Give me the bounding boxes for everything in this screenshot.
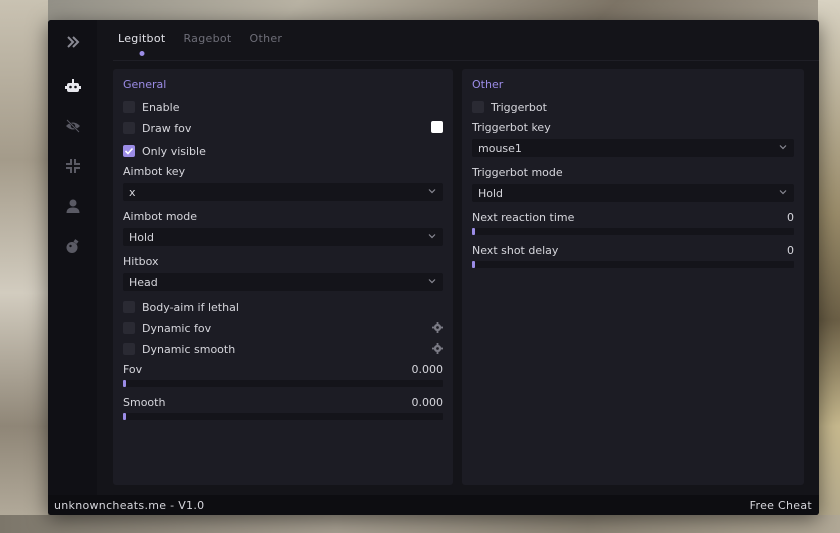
next-shot-delay-value: 0 (787, 244, 794, 257)
tab-ragebot[interactable]: Ragebot (183, 32, 231, 62)
next-reaction-time-slider-fill (472, 228, 475, 235)
smooth-value: 0.000 (411, 396, 444, 409)
hitbox-select[interactable]: Head (123, 273, 443, 291)
triggerbot-mode-label: Triggerbot mode (472, 166, 563, 179)
only-visible-checkbox-row[interactable]: Only visible (123, 144, 206, 158)
aimbot-mode-label: Aimbot mode (123, 210, 198, 223)
fov-value: 0.000 (411, 363, 444, 376)
triggerbot-mode-value: Hold (478, 186, 504, 200)
gear-icon[interactable] (432, 322, 443, 333)
smooth-label: Smooth (123, 396, 166, 409)
draw-fov-checkbox[interactable] (123, 122, 135, 134)
chevron-down-icon (428, 189, 436, 194)
background-bottom (0, 515, 840, 533)
enable-checkbox-row[interactable]: Enable (123, 100, 179, 114)
body-aim-checkbox-row[interactable]: Body-aim if lethal (123, 300, 239, 314)
tab-bar: Legitbot Ragebot Other (118, 32, 300, 62)
footer-version: unknowncheats.me - V1.0 (54, 498, 205, 512)
triggerbot-label: Triggerbot (491, 100, 547, 114)
tab-label: Legitbot (118, 32, 166, 45)
tab-label: Other (249, 32, 283, 45)
aimbot-mode-select[interactable]: Hold (123, 228, 443, 246)
smooth-slider-fill (123, 413, 126, 420)
dynamic-fov-checkbox-row[interactable]: Dynamic fov (123, 321, 211, 335)
background-left (0, 0, 48, 533)
general-panel: General Enable Draw fov Only visible Aim… (113, 69, 453, 485)
cheat-menu-window: Legitbot Ragebot Other General Enable Dr… (48, 20, 819, 515)
dynamic-smooth-label: Dynamic smooth (142, 342, 236, 356)
other-panel: Other Triggerbot Triggerbot key mouse1 T… (462, 69, 804, 485)
chevron-down-icon (779, 190, 787, 195)
dynamic-fov-checkbox[interactable] (123, 322, 135, 334)
panel-title: General (123, 78, 167, 91)
active-tab-indicator (139, 51, 145, 56)
aimbot-key-label: Aimbot key (123, 165, 186, 178)
body-aim-label: Body-aim if lethal (142, 300, 239, 314)
footer-bar: unknowncheats.me - V1.0 Free Cheat (48, 495, 819, 515)
fov-label: Fov (123, 363, 143, 376)
next-reaction-time-slider[interactable] (472, 228, 794, 235)
hitbox-value: Head (129, 275, 158, 289)
next-shot-delay-slider-fill (472, 261, 475, 268)
sidebar (48, 20, 97, 495)
tab-label: Ragebot (183, 32, 232, 45)
triggerbot-key-value: mouse1 (478, 141, 522, 155)
triggerbot-checkbox-row[interactable]: Triggerbot (472, 100, 547, 114)
aimbot-key-value: x (129, 185, 136, 199)
next-shot-delay-slider[interactable] (472, 261, 794, 268)
panel-title: Other (472, 78, 504, 91)
chevron-down-icon (428, 279, 436, 284)
fov-slider[interactable] (123, 380, 443, 387)
checkmark-icon (124, 147, 134, 155)
footer-tag: Free Cheat (749, 498, 812, 512)
dynamic-smooth-checkbox[interactable] (123, 343, 135, 355)
tab-divider (113, 60, 819, 61)
triggerbot-key-select[interactable]: mouse1 (472, 139, 794, 157)
chevron-down-icon (779, 145, 787, 150)
eye-off-icon[interactable] (63, 116, 83, 136)
fov-color-swatch[interactable] (431, 121, 443, 133)
next-reaction-time-value: 0 (787, 211, 794, 224)
grenade-icon[interactable] (63, 236, 83, 256)
gear-icon[interactable] (432, 343, 443, 354)
chevron-down-icon (428, 234, 436, 239)
enable-checkbox[interactable] (123, 101, 135, 113)
robot-icon[interactable] (63, 76, 83, 96)
fov-slider-fill (123, 380, 126, 387)
compress-icon[interactable] (63, 156, 83, 176)
tab-other[interactable]: Other (250, 32, 283, 62)
next-shot-delay-label: Next shot delay (472, 244, 559, 257)
draw-fov-label: Draw fov (142, 121, 192, 135)
aimbot-mode-value: Hold (129, 230, 155, 244)
hitbox-label: Hitbox (123, 255, 159, 268)
user-icon[interactable] (63, 196, 83, 216)
enable-label: Enable (142, 100, 180, 114)
dynamic-fov-label: Dynamic fov (142, 321, 212, 335)
chevrons-right-icon[interactable] (63, 32, 83, 52)
smooth-slider[interactable] (123, 413, 443, 420)
body-aim-checkbox[interactable] (123, 301, 135, 313)
draw-fov-checkbox-row[interactable]: Draw fov (123, 121, 191, 135)
only-visible-label: Only visible (142, 144, 206, 158)
aimbot-key-select[interactable]: x (123, 183, 443, 201)
triggerbot-mode-select[interactable]: Hold (472, 184, 794, 202)
triggerbot-checkbox[interactable] (472, 101, 484, 113)
next-reaction-time-label: Next reaction time (472, 211, 575, 224)
background-right (818, 0, 840, 533)
triggerbot-key-label: Triggerbot key (472, 121, 551, 134)
only-visible-checkbox[interactable] (123, 145, 135, 157)
tab-legitbot[interactable]: Legitbot (118, 32, 165, 62)
dynamic-smooth-checkbox-row[interactable]: Dynamic smooth (123, 342, 235, 356)
